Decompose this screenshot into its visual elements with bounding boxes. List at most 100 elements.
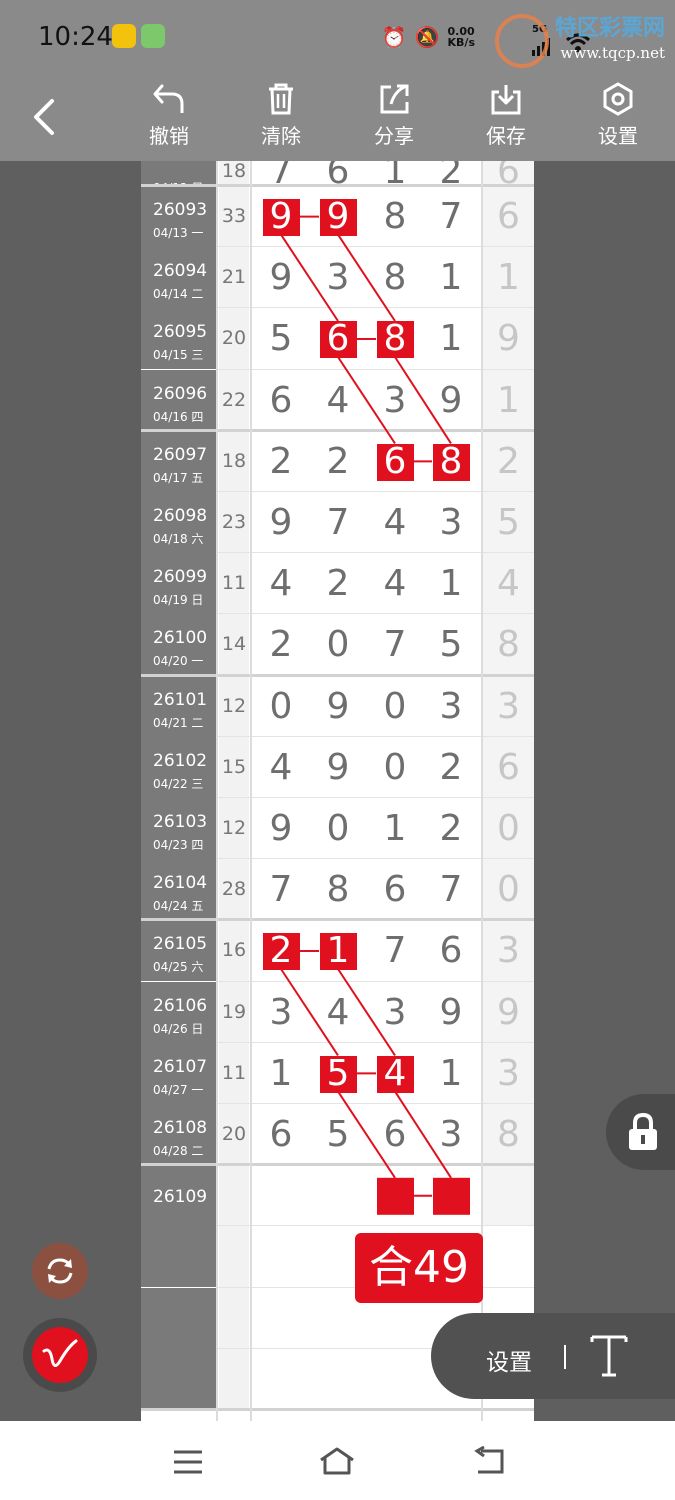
undo-icon <box>153 84 184 113</box>
watermark: 特区彩票网 www.tqcp.net <box>494 10 665 68</box>
digit-value: 2 <box>269 930 293 972</box>
digit-value: 2 <box>269 440 293 482</box>
digit-value: 9 <box>269 257 293 299</box>
digit-value: 6 <box>383 440 407 482</box>
share-icon <box>380 84 409 114</box>
digit-value: 2 <box>439 808 463 849</box>
save-label: 保存 <box>486 124 526 148</box>
undo-button[interactable]: 撤销 <box>129 82 209 149</box>
pen-icon <box>42 1339 78 1367</box>
digit-value: 2 <box>269 624 293 666</box>
digit-value: 7 <box>439 196 463 237</box>
digit-value: 0 <box>383 746 407 788</box>
digit-value: 1 <box>439 1052 463 1094</box>
digit-value: 5 <box>326 1052 350 1094</box>
digit-value: 8 <box>326 869 350 911</box>
digit-value: 6 <box>383 1114 407 1155</box>
lottery-table[interactable]: 04/12 日 18 7 6 1 2 6 2609304/13 一3399876… <box>141 161 534 1421</box>
digit-value: 4 <box>383 502 407 543</box>
digit-value: 6 <box>269 379 293 421</box>
digit-value: 1 <box>383 808 407 849</box>
digit-value: 3 <box>439 685 463 727</box>
digit-value: 9 <box>326 746 350 788</box>
digit-value: 3 <box>439 502 463 543</box>
digit-value: 0 <box>269 685 293 727</box>
digit-value: 6 <box>326 318 350 360</box>
digit-value: 3 <box>383 379 407 421</box>
digit-value: 6 <box>383 869 407 911</box>
digit-value: 2 <box>439 746 463 788</box>
prediction-sum-badge: 合49 <box>355 1233 483 1303</box>
undo-label: 撤销 <box>149 124 189 148</box>
digit-value: 8 <box>383 318 407 360</box>
digit-value: 8 <box>383 257 407 299</box>
download-icon <box>491 85 521 115</box>
save-button[interactable]: 保存 <box>466 82 546 149</box>
text-icon[interactable] <box>589 1334 629 1378</box>
notification-app-icon <box>112 24 136 48</box>
menu-icon[interactable] <box>172 1449 204 1475</box>
digit-value: 4 <box>326 991 350 1033</box>
back-icon[interactable] <box>472 1446 506 1476</box>
digit-value: 0 <box>326 624 350 666</box>
digit-value: 1 <box>439 563 463 605</box>
status-bar: 10:24 ⏰ 🔕 0.00 KB/s 5G 特区彩票网 www.tqcp.ne… <box>0 0 675 70</box>
trash-icon <box>269 83 293 115</box>
digit-value: 4 <box>383 563 407 605</box>
digit-value: 6 <box>269 1114 293 1155</box>
lock-icon <box>629 1112 657 1150</box>
floating-settings-label[interactable]: 设置 <box>486 1343 532 1377</box>
right-margin <box>534 161 675 1421</box>
mute-icon: 🔕 <box>414 25 440 49</box>
share-button[interactable]: 分享 <box>354 82 434 149</box>
watermark-logo <box>494 14 549 68</box>
lock-button[interactable] <box>606 1094 675 1170</box>
notification-app-icon <box>141 24 165 48</box>
share-label: 分享 <box>374 124 414 148</box>
settings-label: 设置 <box>598 124 638 148</box>
digit-value: 3 <box>326 257 350 299</box>
system-navigation-bar <box>0 1421 675 1500</box>
digit-value: 1 <box>439 318 463 360</box>
digit-value: 6 <box>439 930 463 972</box>
floating-settings-bar[interactable]: 设置 <box>431 1313 675 1399</box>
digit-value: 9 <box>269 196 293 237</box>
digit-value: 9 <box>439 991 463 1033</box>
digit-value: 9 <box>326 685 350 727</box>
home-icon[interactable] <box>318 1446 356 1476</box>
digit-value: 3 <box>269 991 293 1033</box>
digit-value: 3 <box>383 991 407 1033</box>
status-indicators: ⏰ 🔕 0.00 KB/s <box>382 20 475 54</box>
digit-value: 1 <box>439 257 463 299</box>
back-arrow-icon <box>34 99 54 135</box>
digit-value: 5 <box>326 1114 350 1155</box>
digit-value: 8 <box>383 196 407 237</box>
watermark-title: 特区彩票网 <box>554 16 665 41</box>
digit-value: 4 <box>269 746 293 788</box>
digit-value: 5 <box>439 624 463 666</box>
settings-button[interactable]: 设置 <box>578 82 658 149</box>
pen-button[interactable] <box>23 1318 97 1392</box>
refresh-icon <box>47 1258 73 1284</box>
top-toolbar: 10:24 ⏰ 🔕 0.00 KB/s 5G 特区彩票网 www.tqcp.ne… <box>0 0 675 161</box>
digit-value: 9 <box>326 196 350 237</box>
digit-value: 4 <box>383 1052 407 1094</box>
back-button[interactable] <box>28 95 64 139</box>
digit-value: 7 <box>383 624 407 666</box>
digit-value: 1 <box>269 1052 293 1094</box>
clear-button[interactable]: 清除 <box>241 82 321 149</box>
digit-value: 7 <box>439 869 463 911</box>
watermark-url: www.tqcp.net <box>560 44 665 62</box>
pill-divider <box>564 1345 566 1369</box>
network-speed: 0.00 KB/s <box>448 26 475 48</box>
digit-value: 9 <box>269 808 293 849</box>
digit-value: 0 <box>326 808 350 849</box>
digit-value: 9 <box>439 379 463 421</box>
digit-value: 2 <box>326 563 350 605</box>
digit-value: 4 <box>326 379 350 421</box>
pen-color-swatch <box>32 1327 88 1383</box>
digit-value: 7 <box>383 930 407 972</box>
alarm-icon: ⏰ <box>381 25 407 49</box>
digit-value: 0 <box>383 685 407 727</box>
refresh-button[interactable] <box>32 1243 88 1299</box>
